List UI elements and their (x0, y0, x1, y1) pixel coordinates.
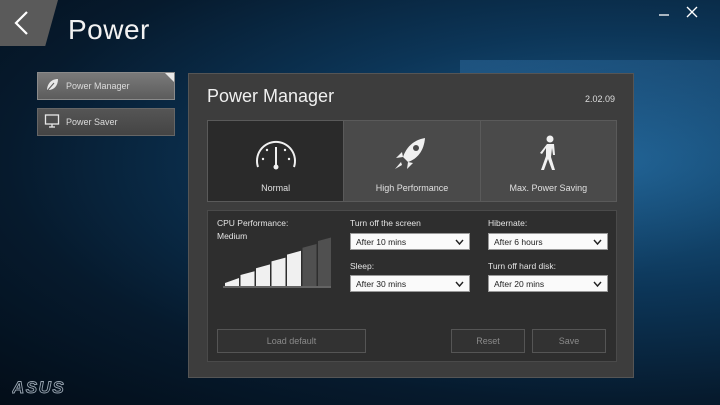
reset-button[interactable]: Reset (451, 329, 525, 353)
chevron-down-icon (593, 280, 602, 290)
close-icon (686, 5, 698, 23)
chevron-down-icon (455, 238, 464, 248)
monitor-icon (44, 113, 60, 131)
version-label: 2.02.09 (584, 94, 615, 104)
sleep-label: Sleep: (350, 261, 375, 271)
rocket-icon (389, 135, 435, 183)
sidebar-item-label: Power Saver (66, 117, 118, 127)
power-manager-panel: Power Manager 2.02.09 Normal High Perfor… (188, 73, 634, 378)
cpu-level-bar[interactable] (271, 257, 286, 286)
mode-selector: Normal High Performance Max. Power Savin… (207, 120, 617, 202)
cpu-level-bar[interactable] (318, 237, 331, 286)
mode-max-power-saving[interactable]: Max. Power Saving (480, 121, 616, 201)
cpu-level-bar[interactable] (287, 250, 301, 286)
cpu-level-bar[interactable] (256, 264, 270, 286)
cpu-level-bar[interactable] (302, 244, 317, 286)
hard-disk-off-select[interactable]: After 20 mins (488, 275, 608, 292)
sleep-select[interactable]: After 30 mins (350, 275, 470, 292)
cpu-performance-slider[interactable] (217, 231, 331, 291)
mode-high-performance[interactable]: High Performance (344, 121, 481, 201)
walking-person-icon (525, 135, 571, 183)
save-button[interactable]: Save (532, 329, 606, 353)
leaf-icon (44, 77, 60, 95)
cpu-level-bar[interactable] (240, 271, 255, 286)
select-value: After 10 mins (356, 236, 407, 247)
mode-normal[interactable]: Normal (208, 121, 345, 201)
hard-disk-off-label: Turn off hard disk: (488, 261, 557, 271)
panel-title: Power Manager (207, 86, 335, 106)
screen-off-label: Turn off the screen (350, 218, 421, 228)
gauge-icon (253, 135, 299, 183)
hibernate-label: Hibernate: (488, 218, 528, 228)
sidebar-item-label: Power Manager (66, 81, 130, 91)
mode-label: Max. Power Saving (509, 183, 588, 193)
close-button[interactable] (682, 4, 702, 24)
chevron-down-icon (593, 238, 602, 248)
active-corner-marker (165, 73, 174, 82)
back-arrow-icon (12, 10, 30, 36)
mode-label: Normal (261, 183, 291, 193)
cpu-performance-label: CPU Performance: (217, 218, 289, 228)
settings-area: CPU Performance: Medium Turn off the scr… (207, 210, 617, 362)
minimize-icon (658, 5, 670, 23)
screen-off-select[interactable]: After 10 mins (350, 233, 470, 250)
app-title: Power (68, 14, 150, 45)
hibernate-select[interactable]: After 6 hours (488, 233, 608, 250)
minimize-button[interactable] (654, 4, 674, 24)
chevron-down-icon (455, 280, 464, 290)
svg-text:ASUS: ASUS (12, 378, 65, 396)
sidebar-item-power-manager[interactable]: Power Manager (37, 72, 175, 100)
cpu-level-bar[interactable] (225, 278, 239, 286)
back-button[interactable] (0, 0, 58, 46)
select-value: After 6 hours (494, 236, 543, 247)
load-default-button[interactable]: Load default (217, 329, 366, 353)
sidebar-item-power-saver[interactable]: Power Saver (37, 108, 175, 136)
select-value: After 30 mins (356, 278, 407, 289)
select-value: After 20 mins (494, 278, 545, 289)
mode-label: High Performance (375, 183, 449, 193)
asus-logo: ASUS (11, 378, 84, 401)
